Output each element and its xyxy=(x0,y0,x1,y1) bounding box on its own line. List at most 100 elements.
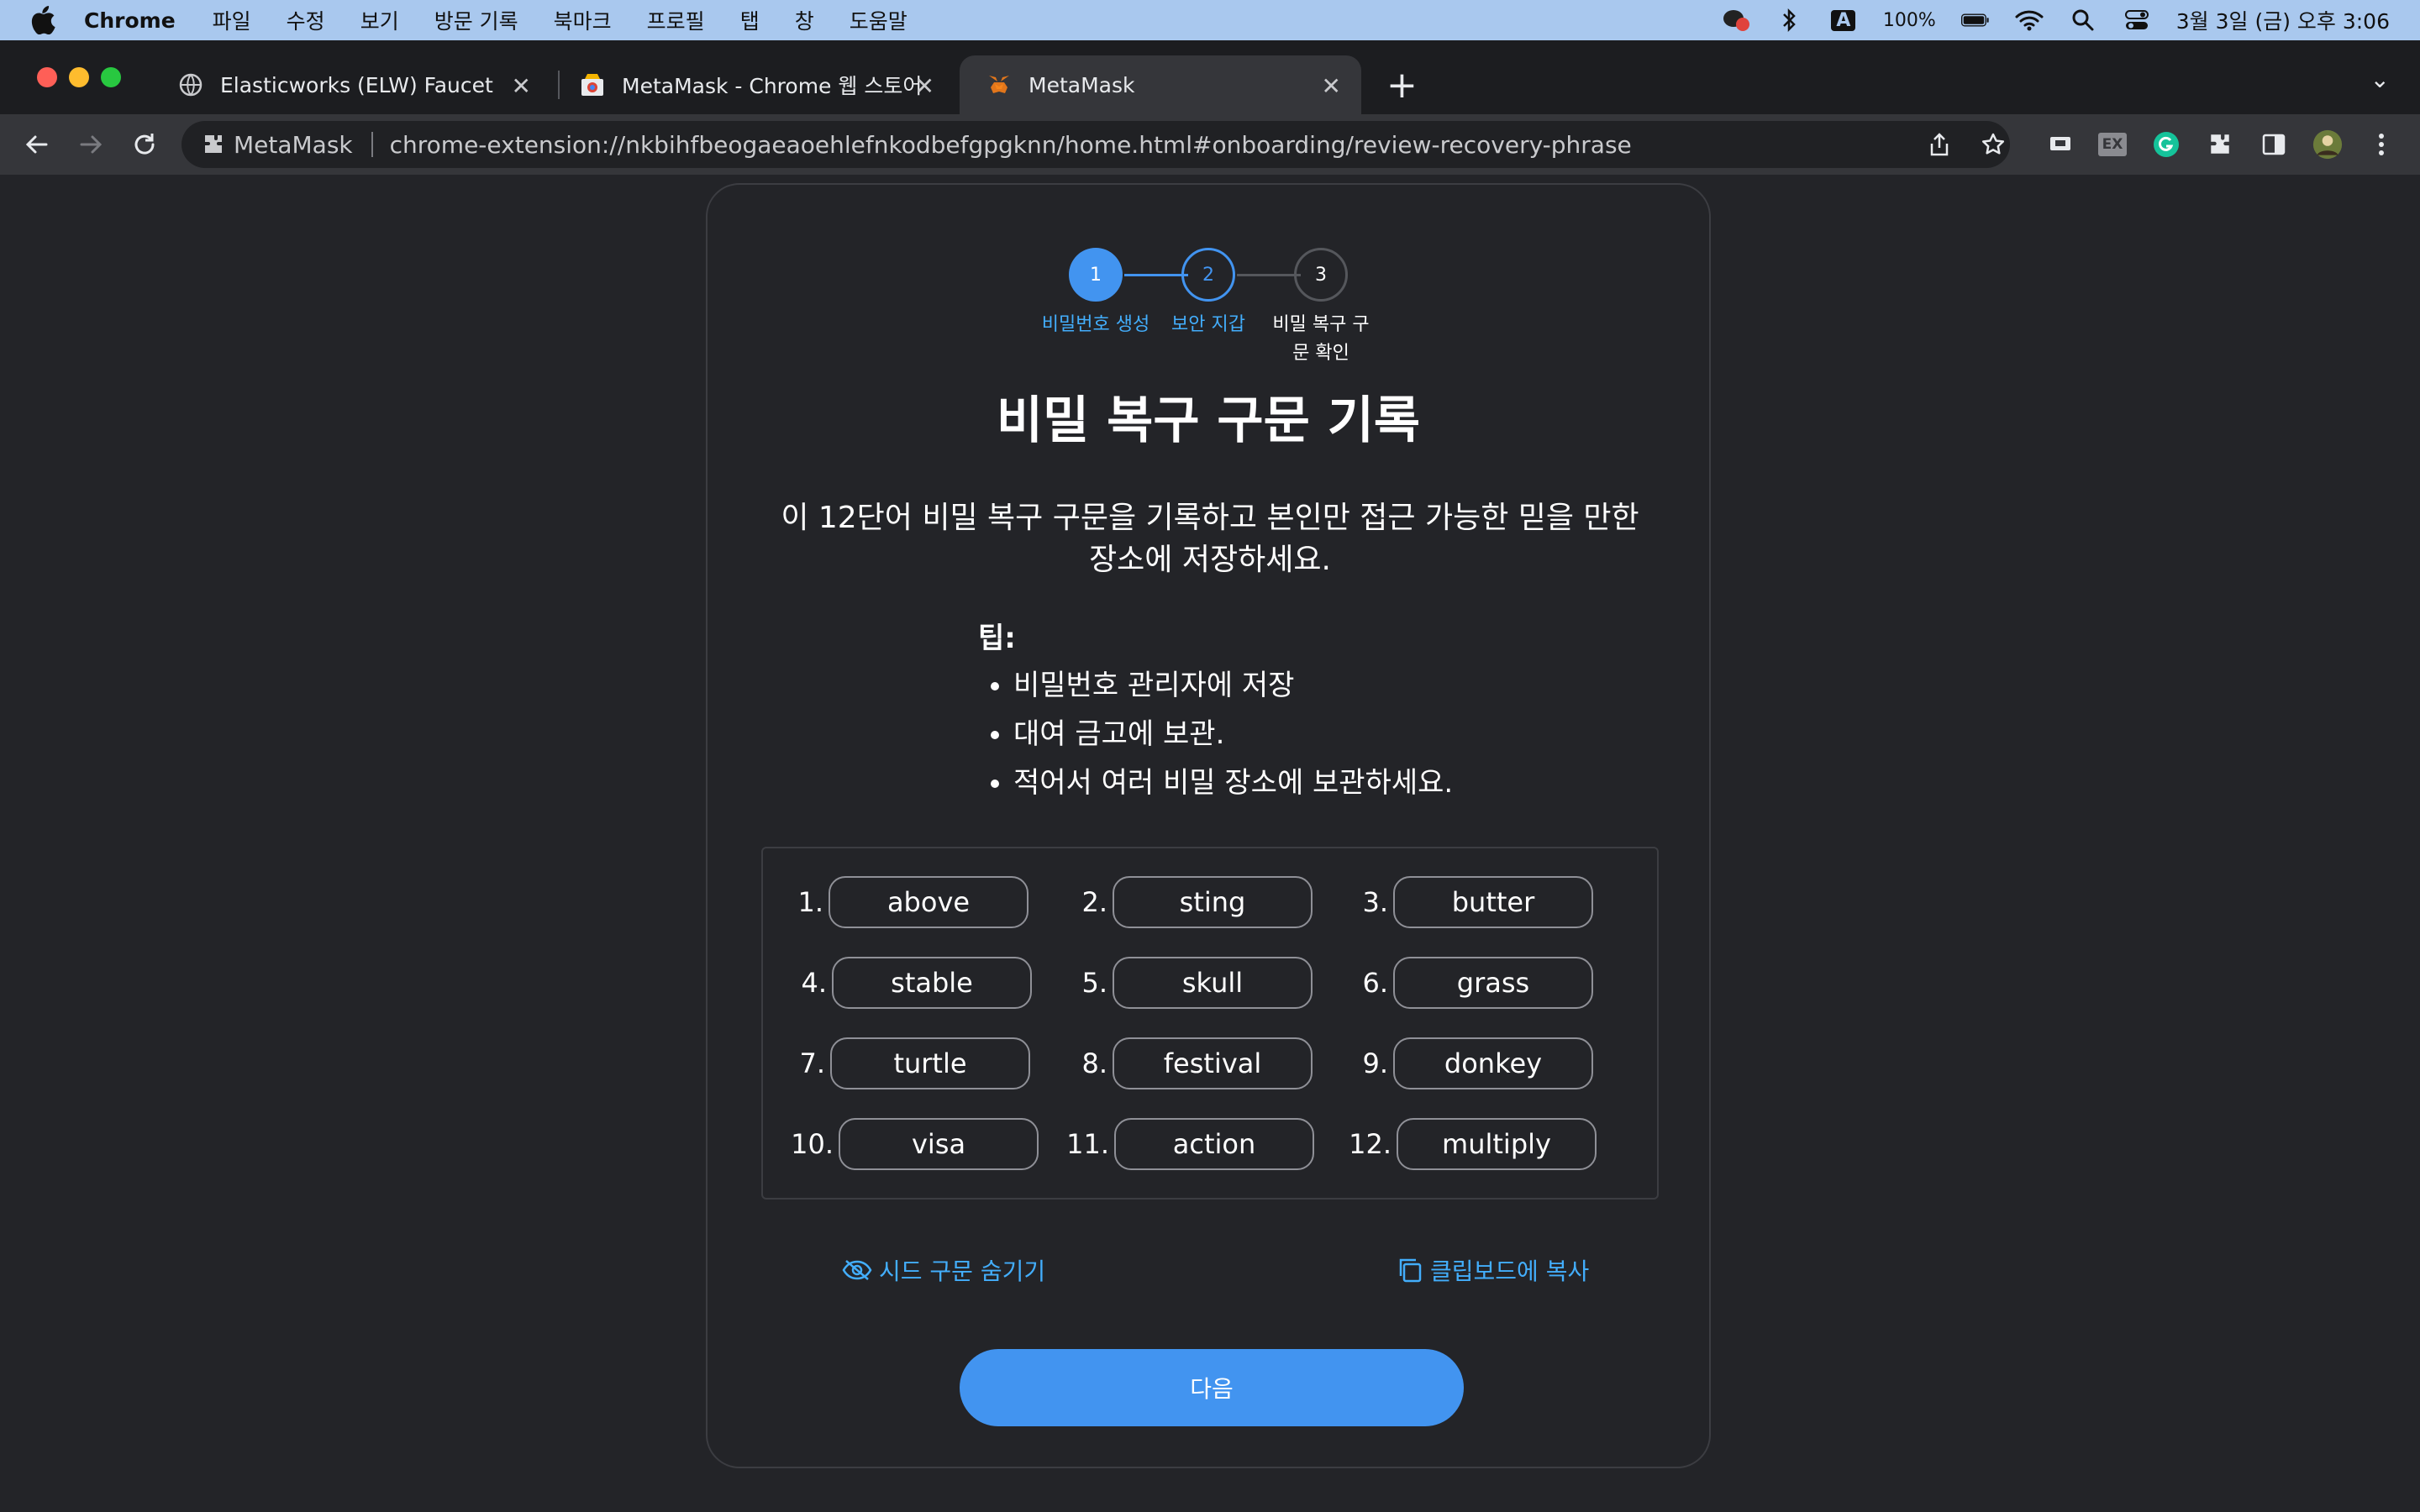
word-number: 1. xyxy=(797,886,823,918)
tip-item: 적어서 여러 비밀 장소에 보관하세요. xyxy=(1013,759,1566,807)
copy-to-clipboard-button[interactable]: 클립보드에 복사 xyxy=(1397,1253,1589,1287)
chat-notification-icon[interactable] xyxy=(1722,8,1750,33)
tab-title: Elasticworks (ELW) Faucet xyxy=(220,72,493,97)
apple-menu-icon[interactable] xyxy=(30,6,55,34)
url-text[interactable]: chrome-extension://nkbihfbeogaeaoehlefnk… xyxy=(390,131,1632,159)
hide-seed-phrase-label: 시드 구문 숨기기 xyxy=(879,1257,1046,1285)
macos-menubar: Chrome 파일 수정 보기 방문 기록 북마크 프로필 탭 창 도움말 A … xyxy=(0,0,2420,40)
menu-tab[interactable]: 탭 xyxy=(740,5,760,35)
tab-metamask-active[interactable]: MetaMask ✕ xyxy=(960,55,1361,114)
window-close-button[interactable] xyxy=(37,67,57,87)
profile-avatar[interactable] xyxy=(2312,129,2343,160)
tab-metamask-web-store[interactable]: MetaMask - Chrome 웹 스토어 ✕ xyxy=(553,55,955,114)
tab-close-icon[interactable]: ✕ xyxy=(512,72,531,100)
phrase-word-2: 2. sting xyxy=(1060,875,1313,929)
new-tab-button[interactable]: + xyxy=(1386,64,1418,107)
word-number: 8. xyxy=(1081,1047,1107,1079)
page-title: 비밀 복구 구문 기록 xyxy=(996,391,1421,450)
word-chip: action xyxy=(1114,1118,1314,1170)
step-3-number: 3 xyxy=(1315,264,1327,286)
menu-help[interactable]: 도움말 xyxy=(850,5,908,35)
word-number: 7. xyxy=(799,1047,825,1079)
grammarly-icon[interactable] xyxy=(2151,129,2181,160)
menubar-clock[interactable]: 3월 3일 (금) 오후 3:06 xyxy=(2176,5,2390,35)
menu-edit[interactable]: 수정 xyxy=(287,5,325,35)
address-bar[interactable]: MetaMask chrome-extension://nkbihfbeogae… xyxy=(182,121,2010,168)
word-number: 9. xyxy=(1362,1047,1388,1079)
menu-view[interactable]: 보기 xyxy=(360,5,399,35)
word-chip: donkey xyxy=(1393,1037,1593,1089)
tips-title: 팁: xyxy=(978,622,1016,655)
menu-app-name[interactable]: Chrome xyxy=(84,8,176,33)
reload-icon[interactable] xyxy=(129,129,160,160)
spotlight-search-icon[interactable] xyxy=(2069,8,2097,33)
bluetooth-icon[interactable] xyxy=(1776,8,1804,33)
extensions-puzzle-icon[interactable] xyxy=(2205,129,2235,160)
wifi-icon[interactable] xyxy=(2015,8,2044,33)
battery-icon[interactable] xyxy=(1960,8,1990,33)
word-number: 10. xyxy=(791,1128,834,1160)
control-center-icon[interactable] xyxy=(2123,8,2151,33)
chrome-menu-icon[interactable] xyxy=(2366,129,2396,160)
tab-close-icon[interactable]: ✕ xyxy=(1322,72,1341,100)
menu-bookmarks[interactable]: 북마크 xyxy=(554,5,612,35)
share-icon[interactable] xyxy=(1924,129,1954,160)
omnibox-separator xyxy=(371,132,373,157)
tip-item: 비밀번호 관리자에 저장 xyxy=(1013,661,1566,710)
phrase-word-3: 3. butter xyxy=(1341,875,1593,929)
word-chip: festival xyxy=(1113,1037,1313,1089)
tab-title: MetaMask - Chrome 웹 스토어 xyxy=(622,74,923,98)
word-chip: skull xyxy=(1113,957,1313,1009)
page-content: 1 2 3 비밀번호 생성 보안 지갑 비밀 복구 구 문 확인 비밀 복구 구… xyxy=(0,175,2420,1512)
tab-title: MetaMask xyxy=(1028,72,1135,97)
window-minimize-button[interactable] xyxy=(69,67,89,87)
extension-ex-icon[interactable]: EX xyxy=(2097,129,2128,160)
tips-section: 팁: 비밀번호 관리자에 저장 대여 금고에 보관. 적어서 여러 비밀 장소에… xyxy=(978,615,1566,807)
tab-close-icon[interactable]: ✕ xyxy=(915,72,934,100)
step-1-circle: 1 xyxy=(1069,248,1123,302)
step-1-number: 1 xyxy=(1090,264,1102,286)
globe-icon xyxy=(179,73,203,97)
word-number: 3. xyxy=(1362,886,1388,918)
word-number: 12. xyxy=(1349,1128,1392,1160)
word-chip: sting xyxy=(1113,876,1313,928)
copy-to-clipboard-label: 클립보드에 복사 xyxy=(1430,1257,1590,1285)
menu-window[interactable]: 창 xyxy=(795,5,814,35)
chrome-web-store-icon xyxy=(581,74,603,96)
stepper-line-pending xyxy=(1237,274,1301,276)
forward-arrow-icon[interactable] xyxy=(76,129,106,160)
word-chip: butter xyxy=(1393,876,1593,928)
word-chip: grass xyxy=(1393,957,1593,1009)
hide-seed-phrase-button[interactable]: 시드 구문 숨기기 xyxy=(842,1253,1045,1287)
menu-history[interactable]: 방문 기록 xyxy=(434,5,518,35)
recovery-phrase-box: 1. above 2. sting 3. butter 4. stable 5.… xyxy=(761,847,1659,1200)
stepper-line-complete xyxy=(1124,274,1188,276)
tab-elasticworks-faucet[interactable]: Elasticworks (ELW) Faucet ✕ xyxy=(151,55,551,114)
word-chip: above xyxy=(829,876,1028,928)
tip-item: 대여 금고에 보관. xyxy=(1013,710,1566,759)
input-source-icon[interactable]: A xyxy=(1829,8,1858,33)
step-2-number: 2 xyxy=(1202,264,1214,286)
extension-puzzle-icon xyxy=(205,135,222,153)
next-button[interactable]: 다음 xyxy=(960,1349,1464,1426)
word-chip: stable xyxy=(832,957,1032,1009)
page-description: 이 12단어 비밀 복구 구문을 기록하고 본인만 접근 가능한 믿을 만한 장… xyxy=(781,501,1639,577)
menu-file[interactable]: 파일 xyxy=(213,5,251,35)
copy-icon xyxy=(1399,1258,1422,1283)
extension-screen-icon[interactable] xyxy=(2045,129,2075,160)
word-chip: turtle xyxy=(830,1037,1030,1089)
word-number: 11. xyxy=(1066,1128,1109,1160)
extension-chip-label: MetaMask xyxy=(234,130,353,159)
phrase-word-11: 11. action xyxy=(1062,1117,1314,1171)
word-number: 6. xyxy=(1362,967,1388,999)
step-2-circle: 2 xyxy=(1181,248,1235,302)
side-panel-icon[interactable] xyxy=(2259,129,2289,160)
back-arrow-icon[interactable] xyxy=(22,129,52,160)
input-source-label: A xyxy=(1831,9,1856,31)
menu-profiles[interactable]: 프로필 xyxy=(647,5,705,35)
tab-search-chevron-icon[interactable]: ⌄ xyxy=(2370,66,2390,93)
bookmark-star-icon[interactable] xyxy=(1978,129,2008,160)
word-number: 4. xyxy=(801,967,827,999)
word-chip: multiply xyxy=(1397,1118,1597,1170)
window-zoom-button[interactable] xyxy=(101,67,121,87)
